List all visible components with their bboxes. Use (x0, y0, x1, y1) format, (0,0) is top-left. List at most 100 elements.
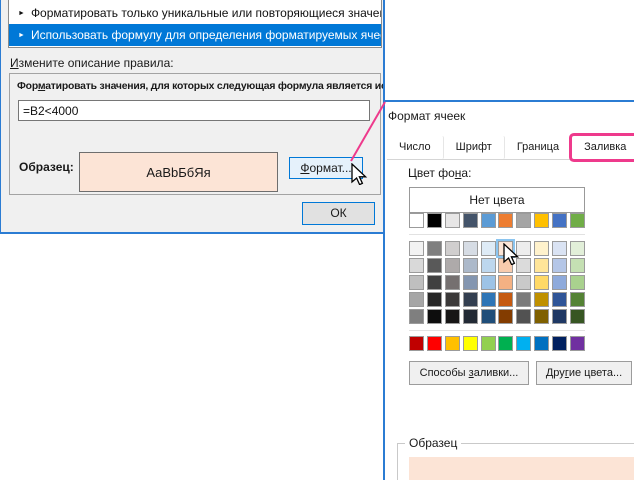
color-swatch[interactable] (427, 309, 442, 324)
color-swatch[interactable] (409, 336, 424, 351)
palette-row (409, 213, 585, 228)
color-swatch[interactable] (552, 336, 567, 351)
color-swatch[interactable] (409, 292, 424, 307)
color-swatch[interactable] (516, 258, 531, 273)
color-swatch[interactable] (427, 292, 442, 307)
color-swatch[interactable] (481, 213, 496, 228)
tab-заливка[interactable]: Заливка (572, 136, 634, 159)
tab-число[interactable]: Число (387, 136, 444, 159)
edit-description-text: змените описание правила: (19, 56, 174, 70)
fill-effects-button[interactable]: Способы заливки... (409, 361, 529, 385)
more-colors-button[interactable]: Другие цвета... (536, 361, 632, 385)
tab-шрифт[interactable]: Шрифт (444, 136, 505, 159)
color-swatch[interactable] (570, 275, 585, 290)
color-swatch[interactable] (481, 292, 496, 307)
color-swatch[interactable] (534, 292, 549, 307)
color-swatch[interactable] (534, 241, 549, 256)
color-swatch[interactable] (463, 213, 478, 228)
color-swatch[interactable] (481, 275, 496, 290)
color-swatch[interactable] (463, 258, 478, 273)
color-swatch[interactable] (463, 275, 478, 290)
color-swatch[interactable] (409, 213, 424, 228)
color-swatch[interactable] (445, 336, 460, 351)
color-swatch[interactable] (409, 275, 424, 290)
color-swatch[interactable] (516, 275, 531, 290)
color-swatch[interactable] (481, 309, 496, 324)
format-button[interactable]: Формат... (289, 157, 363, 179)
color-swatch[interactable] (463, 336, 478, 351)
color-swatch[interactable] (409, 309, 424, 324)
color-swatch[interactable] (534, 275, 549, 290)
formula-label-post: атировать значения, для которых следующа… (45, 81, 383, 92)
tab-граница[interactable]: Граница (505, 136, 572, 159)
color-swatch[interactable] (409, 258, 424, 273)
color-swatch[interactable] (427, 258, 442, 273)
more-colors-pre: Дру (546, 367, 565, 379)
color-swatch[interactable] (516, 213, 531, 228)
color-swatch[interactable] (516, 336, 531, 351)
edit-description-accesskey: И (10, 56, 19, 70)
color-swatch[interactable] (498, 275, 513, 290)
color-swatch[interactable] (534, 309, 549, 324)
color-swatch[interactable] (445, 275, 460, 290)
color-swatch[interactable] (534, 258, 549, 273)
bg-label-post: а: (461, 166, 471, 180)
color-swatch[interactable] (498, 258, 513, 273)
color-swatch[interactable] (498, 292, 513, 307)
color-swatch[interactable] (570, 336, 585, 351)
color-swatch[interactable] (570, 292, 585, 307)
color-swatch[interactable] (445, 258, 460, 273)
color-swatch[interactable] (552, 292, 567, 307)
color-swatch[interactable] (570, 241, 585, 256)
edit-rule-dialog: ►Форматировать только уникальные или пов… (0, 0, 385, 234)
formula-label-pre: Фор (17, 81, 38, 92)
color-swatch[interactable] (552, 275, 567, 290)
palette-row (409, 336, 585, 351)
rule-item-arrow-icon: ► (18, 32, 25, 39)
color-swatch[interactable] (481, 258, 496, 273)
rule-type-item[interactable]: ►Использовать формулу для определения фо… (9, 24, 381, 46)
color-swatch[interactable] (534, 213, 549, 228)
color-swatch[interactable] (409, 241, 424, 256)
color-swatch[interactable] (463, 309, 478, 324)
color-swatch[interactable] (463, 292, 478, 307)
color-swatch[interactable] (552, 241, 567, 256)
ok-button[interactable]: ОК (302, 202, 375, 225)
color-swatch[interactable] (481, 241, 496, 256)
no-color-button[interactable]: Нет цвета (409, 187, 585, 213)
color-swatch[interactable] (445, 241, 460, 256)
color-swatch[interactable] (570, 258, 585, 273)
color-swatch[interactable] (516, 241, 531, 256)
color-swatch[interactable] (516, 309, 531, 324)
rule-type-listbox[interactable]: ►Форматировать только уникальные или пов… (8, 0, 382, 48)
sample-preview-text: АаВbБбЯя (146, 165, 210, 180)
color-swatch[interactable] (498, 309, 513, 324)
rule-type-item[interactable]: ►Форматировать только уникальные или пов… (9, 2, 381, 24)
background-color-label: Цвет фона: (408, 166, 471, 180)
color-swatch[interactable] (516, 292, 531, 307)
color-swatch[interactable] (427, 213, 442, 228)
color-swatch[interactable] (427, 336, 442, 351)
palette-tints-section (409, 241, 585, 324)
color-swatch[interactable] (498, 241, 513, 256)
color-swatch[interactable] (445, 309, 460, 324)
color-swatch[interactable] (570, 309, 585, 324)
color-swatch[interactable] (445, 292, 460, 307)
color-swatch[interactable] (534, 336, 549, 351)
color-swatch[interactable] (570, 213, 585, 228)
color-swatch[interactable] (427, 275, 442, 290)
color-swatch[interactable] (498, 336, 513, 351)
color-swatch[interactable] (463, 241, 478, 256)
color-swatch[interactable] (445, 213, 460, 228)
color-swatch[interactable] (427, 241, 442, 256)
bg-label-pre: Цвет фо (408, 166, 455, 180)
color-swatch[interactable] (552, 309, 567, 324)
palette-separator (409, 234, 585, 235)
formula-input[interactable] (18, 100, 370, 121)
color-swatch[interactable] (552, 258, 567, 273)
color-swatch[interactable] (481, 336, 496, 351)
palette-row (409, 292, 585, 307)
color-swatch[interactable] (552, 213, 567, 228)
tab-bar: ЧислоШрифтГраницаЗаливка (387, 133, 634, 160)
color-swatch[interactable] (498, 213, 513, 228)
